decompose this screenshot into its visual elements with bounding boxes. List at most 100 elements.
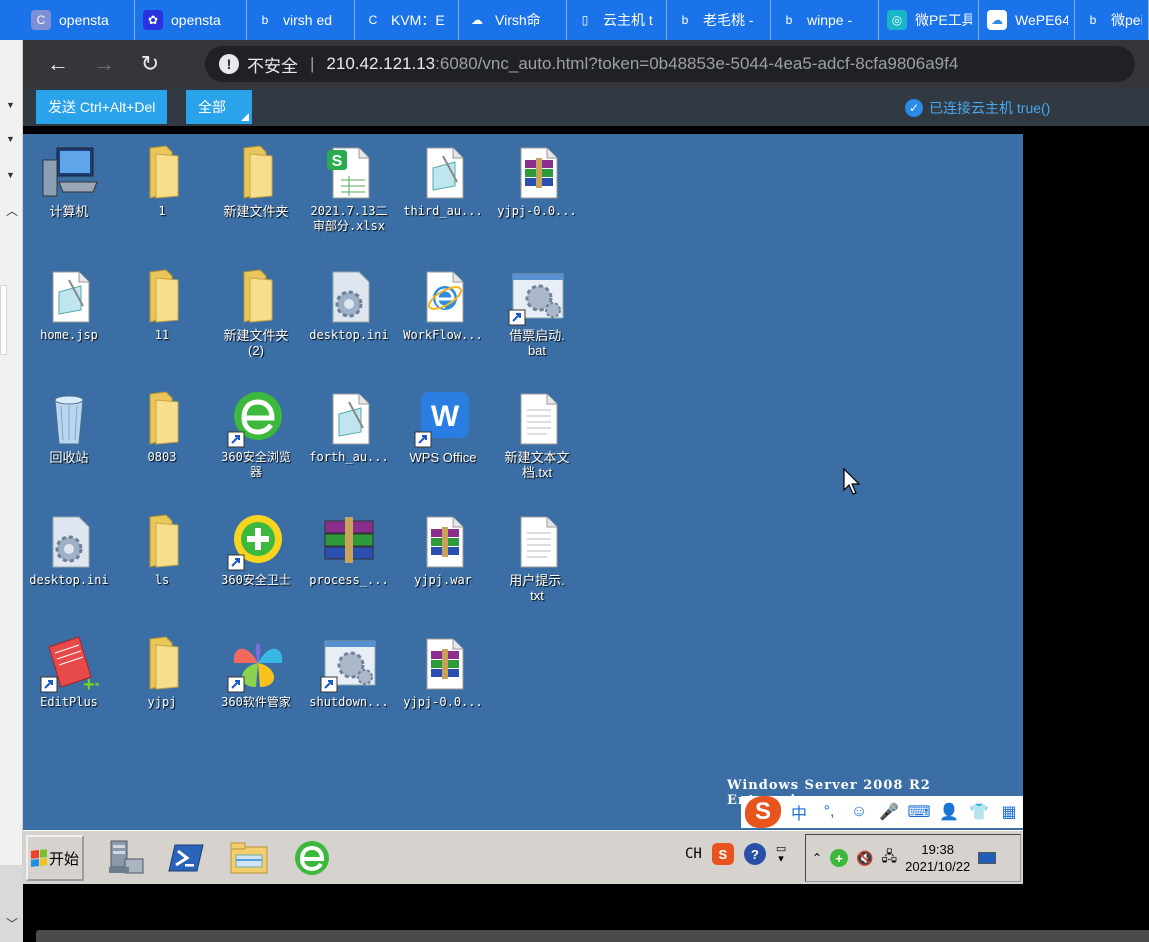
- desktop-icon-workflow-shortcut[interactable]: WorkFlow...: [398, 266, 488, 343]
- notification-area: ⌃ + 🔇 🖧 19:38 2021/10/22: [805, 834, 1021, 882]
- browser-tab[interactable]: ▯ 云主机 t: [567, 0, 667, 40]
- desktop-icon-folder-yjpj[interactable]: yjpj: [117, 633, 207, 710]
- browser-tab[interactable]: ◎ 微PE工具: [879, 0, 979, 40]
- desktop-icon-yjpj-archive-1[interactable]: yjpj-0.0...: [492, 142, 582, 219]
- desktop-icon-process-archive[interactable]: process_...: [304, 511, 394, 588]
- desktop-icon-desktop-ini-2[interactable]: desktop.ini: [24, 511, 114, 588]
- server-manager-icon[interactable]: [105, 837, 147, 879]
- bing-icon: b: [785, 13, 793, 27]
- ime-lang-toggle[interactable]: 中: [787, 800, 811, 824]
- browser-tab[interactable]: b winpe -: [771, 0, 879, 40]
- chevron-up-icon[interactable]: ︿: [6, 202, 18, 219]
- show-hidden-icon[interactable]: ⌃: [812, 851, 822, 865]
- desktop-icon-folder-1[interactable]: 1: [117, 142, 207, 219]
- browser-360-icon[interactable]: [291, 837, 333, 879]
- guard-360-tray-icon[interactable]: +: [830, 849, 849, 867]
- caret-down-icon[interactable]: ▼: [6, 170, 15, 180]
- tab-title: virsh ed: [283, 12, 333, 28]
- network-icon[interactable]: 🖧: [882, 846, 898, 870]
- desktop-icon-folder-new[interactable]: 新建文件夹: [211, 142, 301, 219]
- desktop-icon-desktop-ini-1[interactable]: desktop.ini: [304, 266, 394, 343]
- browser-tab[interactable]: b 老毛桃 -: [667, 0, 771, 40]
- xlsx-icon: S: [327, 147, 370, 199]
- desktop-icon-recycle-bin[interactable]: 回收站: [24, 388, 114, 465]
- input-language[interactable]: CH: [685, 846, 702, 862]
- tab-title: opensta: [171, 12, 221, 28]
- clock-time: 19:38: [921, 842, 954, 857]
- browser-tab[interactable]: Copensta: [23, 0, 135, 40]
- desktop-icon-editplus[interactable]: ++ EditPlus: [24, 633, 114, 710]
- desktop-icon-yjpj-archive-2[interactable]: yjpj-0.0...: [398, 633, 488, 710]
- desktop-icon-guard-360[interactable]: 360安全卫士: [211, 511, 301, 588]
- caret-down-icon[interactable]: ▼: [6, 134, 15, 144]
- rar-icon: [520, 147, 558, 199]
- desktop-icon-bat-file[interactable]: 借票启动. bat: [492, 266, 582, 358]
- desktop-icon-forth-file[interactable]: forth_au...: [304, 388, 394, 465]
- desktop-icon-new-txt[interactable]: 新建文本文 档.txt: [492, 388, 582, 480]
- clock[interactable]: 19:38 2021/10/22: [905, 841, 970, 875]
- address-bar[interactable]: ! 不安全 | 210.42.121.13 :6080/vnc_auto.htm…: [205, 46, 1135, 82]
- ime-tool-icon[interactable]: ⌨: [907, 802, 931, 822]
- back-arrow-icon[interactable]: ←: [35, 44, 81, 84]
- clock-date: 2021/10/22: [905, 859, 971, 874]
- desktop-icon-user-tip-txt[interactable]: 用户提示. txt: [492, 511, 582, 603]
- volume-muted-icon[interactable]: 🔇: [856, 850, 873, 867]
- desktop-icon-label: yjpj: [147, 695, 177, 709]
- browser-tab[interactable]: ☁ Virsh命: [459, 0, 567, 40]
- ime-tool-icon[interactable]: 🎤: [877, 802, 901, 822]
- desktop-icon-software-360[interactable]: 360软件管家: [211, 633, 301, 710]
- ime-toolbar[interactable]: S 中 °, ☺ 🎤 ⌨ 👤 👕 ▦: [741, 796, 1023, 828]
- ime-tool-icon[interactable]: °,: [817, 803, 841, 821]
- ie-icon: [426, 271, 464, 323]
- ime-tool-icon[interactable]: 👕: [967, 802, 991, 822]
- ime-tool-icon[interactable]: ☺: [847, 803, 871, 821]
- gearbat-icon: [320, 640, 376, 693]
- desktop-icon-folder-ls[interactable]: ls: [117, 511, 207, 588]
- show-desktop-icon[interactable]: [978, 852, 997, 864]
- desktop-icon-shutdown-bat[interactable]: shutdown...: [304, 633, 394, 710]
- windows-taskbar: 开始 CH S ? ▭ ▾ ⌃ + 🔇 🖧 19:38 2021/10/22: [23, 830, 1023, 884]
- desktop-icon-xlsx-file[interactable]: S 2021.7.13二 审部分.xlsx: [304, 142, 394, 234]
- connection-status: ✓ 已连接云主机 true(): [905, 98, 1050, 118]
- desktop-icon-third-file[interactable]: third_au...: [398, 142, 488, 219]
- start-button[interactable]: 开始: [26, 835, 84, 881]
- desktop-icon-label: 用户提示. txt: [509, 573, 565, 603]
- desktop-icon-home-jsp[interactable]: home.jsp: [24, 266, 114, 343]
- sogou-logo-icon[interactable]: S: [745, 796, 781, 828]
- desktop-icon-yjpj-war[interactable]: yjpj.war: [398, 511, 488, 588]
- page-scrollbar[interactable]: [36, 930, 1149, 942]
- desktop-icon-label: third_au...: [403, 204, 483, 218]
- desktop-icon-label: process_...: [309, 573, 389, 587]
- desktop-icon-folder-0803[interactable]: 0803: [117, 388, 207, 465]
- chevron-down-icon[interactable]: ﹀: [6, 915, 18, 932]
- desktop-icon-wps-office[interactable]: W WPS Office: [398, 388, 488, 465]
- forward-arrow-icon[interactable]: →: [81, 44, 127, 84]
- ime-tool-icon[interactable]: 👤: [937, 802, 961, 822]
- help-icon[interactable]: ?: [743, 843, 766, 865]
- sogou-tray-icon[interactable]: S: [711, 843, 734, 865]
- explorer-icon[interactable]: [228, 837, 270, 879]
- powershell-icon[interactable]: [165, 837, 207, 879]
- desktop-icon-folder-new-2[interactable]: 新建文件夹 (2): [211, 266, 301, 358]
- folder-icon: [149, 391, 179, 445]
- caret-down-icon[interactable]: ▼: [6, 100, 15, 110]
- desktop-icon-label: 计算机: [49, 204, 89, 219]
- send-ctrl-alt-del-button[interactable]: 发送 Ctrl+Alt+Del: [36, 90, 168, 124]
- desktop-icon-folder-11[interactable]: 11: [117, 266, 207, 343]
- bing-icon: b: [261, 13, 269, 27]
- doc-icon: [332, 393, 370, 445]
- desktop-icon-computer[interactable]: 计算机: [24, 142, 114, 219]
- ime-tool-icon[interactable]: ▦: [997, 802, 1021, 822]
- desktop-icon-browser-360[interactable]: 360安全浏览 器: [211, 388, 301, 480]
- browser-tab[interactable]: b virsh ed: [247, 0, 355, 40]
- fullscreen-button[interactable]: 全部: [186, 90, 252, 124]
- bing-icon: b: [681, 13, 689, 27]
- remote-desktop[interactable]: Windows Server 2008 R2 Enterprise S 中 °,…: [23, 134, 1023, 830]
- browser-tab[interactable]: ✿ opensta: [135, 0, 247, 40]
- restore-icon[interactable]: ▭ ▾: [776, 844, 786, 865]
- browser-tab[interactable]: C KVM：E: [355, 0, 459, 40]
- browser-tab[interactable]: ☁ WePE64: [979, 0, 1075, 40]
- reload-icon[interactable]: ↻: [127, 44, 173, 84]
- desktop-icon-label: yjpj-0.0...: [403, 695, 483, 709]
- browser-tab[interactable]: b 微peis: [1075, 0, 1149, 40]
